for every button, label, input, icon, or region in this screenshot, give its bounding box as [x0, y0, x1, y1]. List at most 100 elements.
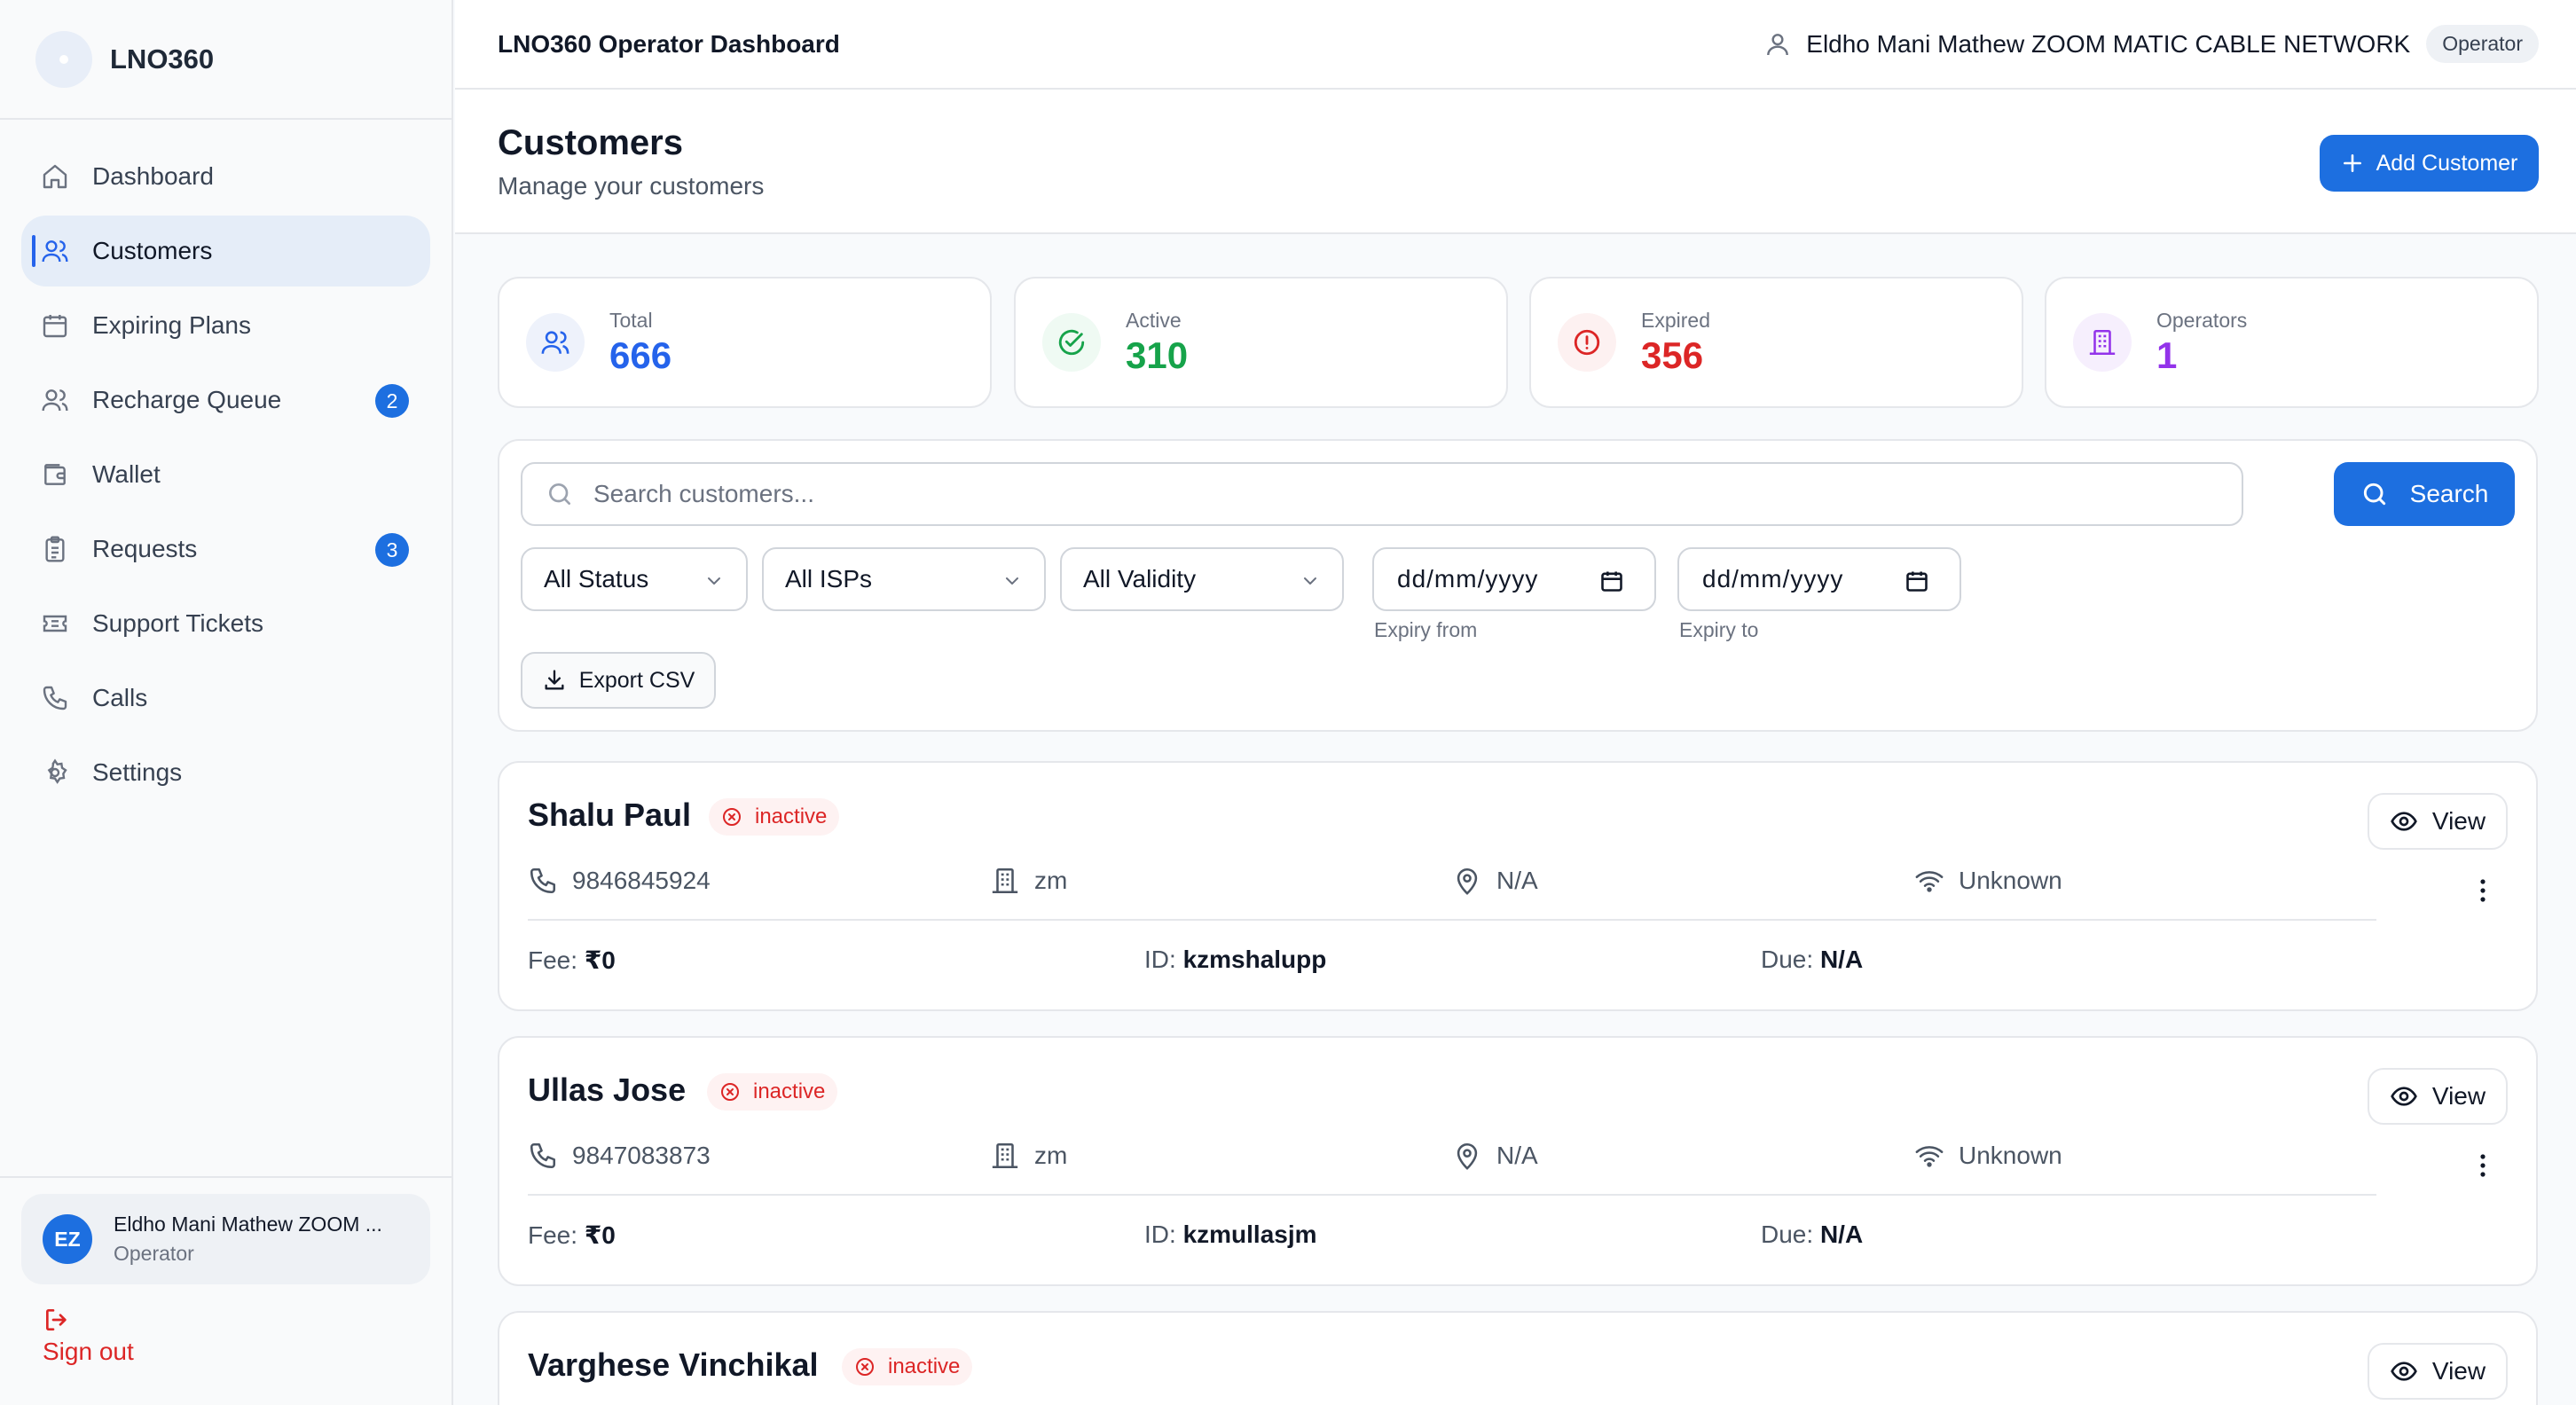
stat-text: Operators 1: [2156, 309, 2247, 377]
calendar-icon[interactable]: [1599, 569, 1624, 593]
export-csv-button[interactable]: Export CSV: [521, 652, 716, 709]
user-role: Operator: [114, 1242, 194, 1265]
sidebar-item-recharge-queue[interactable]: Recharge Queue 2: [21, 365, 430, 436]
stat-text: Expired 356: [1641, 309, 1710, 377]
users-icon: [541, 331, 569, 354]
sidebar-item-calls[interactable]: Calls: [21, 663, 430, 734]
brand-logo: [35, 30, 92, 88]
stat-icon-bg: [1042, 313, 1101, 372]
stat-label: Active: [1126, 308, 1182, 332]
stat-card-operators: Operators 1: [2045, 277, 2539, 408]
customer-name: Varghese Vinchikal: [528, 1346, 819, 1383]
sidebar-item-label: Dashboard: [92, 162, 214, 190]
topbar-user-area: Eldho Mani Mathew ZOOM MATIC CABLE NETWO…: [1763, 25, 2539, 63]
fee-label: Fee:: [528, 1221, 578, 1249]
more-vertical-icon[interactable]: [2479, 876, 2486, 905]
topbar-user-name: Eldho Mani Mathew ZOOM MATIC CABLE NETWO…: [1806, 29, 2411, 58]
user-card[interactable]: EZ Eldho Mani Mathew ZOOM ... Operator: [21, 1194, 430, 1284]
customer-card[interactable]: Ullas Jose inactive View 9847083873 zm N…: [498, 1036, 2538, 1286]
status-select[interactable]: All Status: [521, 547, 748, 611]
fee-label: Fee:: [528, 946, 578, 974]
chevron-down-icon: [1006, 577, 1018, 585]
expiry-from-input[interactable]: dd/mm/yyyy: [1372, 547, 1656, 611]
customer-card[interactable]: Varghese Vinchikal inactive View: [498, 1311, 2538, 1405]
sidebar-item-expiring-plans[interactable]: Expiring Plans: [21, 290, 430, 361]
fee-value: ₹0: [584, 946, 616, 974]
stat-label: Total: [609, 308, 653, 332]
calendar-icon: [43, 315, 67, 338]
status-badge: inactive: [709, 798, 840, 836]
view-button[interactable]: View: [2368, 1068, 2508, 1125]
due-label: Due:: [1761, 1221, 1814, 1248]
download-icon: [545, 670, 564, 690]
id-label: ID:: [1144, 946, 1176, 973]
due-info: Due: N/A: [1761, 1221, 1863, 1249]
page-header: Customers Manage your customers Add Cust…: [455, 90, 2576, 234]
due-value: N/A: [1819, 946, 1864, 973]
eye-icon: [2391, 1362, 2417, 1381]
sidebar-item-requests[interactable]: Requests 3: [21, 514, 430, 585]
location-info: N/A: [1452, 866, 1538, 896]
customer-id: kzmullasjm: [1182, 1221, 1317, 1248]
user-name: Eldho Mani Mathew ZOOM ...: [114, 1213, 382, 1236]
alert-circle-icon: [1574, 329, 1600, 356]
isp-select[interactable]: All ISPs: [762, 547, 1046, 611]
more-vertical-icon[interactable]: [2479, 1151, 2486, 1180]
stat-value: 1: [2156, 334, 2178, 376]
sidebar-item-label: Requests: [92, 535, 198, 562]
role-badge: Operator: [2426, 25, 2539, 63]
page-subtitle: Manage your customers: [498, 172, 765, 200]
brand[interactable]: LNO360: [0, 0, 452, 120]
sidebar-item-settings[interactable]: Settings: [21, 737, 430, 808]
sidebar-item-wallet[interactable]: Wallet: [21, 439, 430, 510]
stat-icon-bg: [1558, 313, 1616, 372]
sidebar-item-dashboard[interactable]: Dashboard: [21, 141, 430, 212]
status-label: inactive: [753, 1079, 826, 1103]
count-badge: 3: [375, 533, 409, 567]
x-circle-icon: [723, 808, 741, 826]
sidebar-item-label: Settings: [92, 758, 183, 786]
users-icon: [42, 240, 68, 263]
customer-name: Shalu Paul: [528, 797, 692, 833]
x-circle-icon: [856, 1358, 874, 1376]
app-title: LNO360 Operator Dashboard: [498, 29, 840, 58]
map-pin-icon: [1457, 1142, 1478, 1170]
expiry-to-input[interactable]: dd/mm/yyyy: [1677, 547, 1961, 611]
sidebar-item-customers[interactable]: Customers: [21, 216, 430, 286]
add-customer-button[interactable]: Add Customer: [2320, 135, 2539, 192]
sidebar: LNO360 Dashboard Customers Expiring Plan…: [0, 0, 453, 1405]
status-label: inactive: [888, 1354, 961, 1378]
sidebar-item-label: Support Tickets: [92, 609, 263, 637]
search-input[interactable]: [593, 480, 2101, 508]
customer-name: Ullas Jose: [528, 1071, 687, 1108]
due-value: N/A: [1819, 1221, 1864, 1248]
view-button[interactable]: View: [2368, 793, 2508, 850]
stat-card-active: Active 310: [1014, 277, 1508, 408]
due-info: Due: N/A: [1761, 946, 1863, 974]
sign-out-button[interactable]: Sign out: [21, 1306, 430, 1366]
status-label: inactive: [755, 805, 828, 828]
id-label: ID:: [1144, 1221, 1176, 1248]
status-badge: inactive: [842, 1348, 973, 1385]
export-csv-label: Export CSV: [578, 667, 695, 693]
chevron-down-icon: [708, 577, 720, 585]
search-button[interactable]: Search: [2334, 462, 2515, 526]
stat-value: 666: [609, 334, 672, 376]
view-label: View: [2431, 1357, 2486, 1385]
phone-icon: [530, 1142, 556, 1169]
customer-card[interactable]: Shalu Paul inactive View 9846845924 zm N…: [498, 761, 2538, 1011]
stat-value: 310: [1126, 334, 1189, 376]
search-icon: [2363, 483, 2385, 506]
fee-value: ₹0: [584, 1221, 616, 1249]
calendar-icon[interactable]: [1905, 569, 1929, 593]
sidebar-item-support-tickets[interactable]: Support Tickets: [21, 588, 430, 659]
location-value: N/A: [1496, 867, 1538, 894]
search-field[interactable]: [521, 462, 2243, 526]
id-info: ID: kzmullasjm: [1144, 1221, 1317, 1249]
building-icon: [992, 1142, 1018, 1169]
status-select-value: All Status: [544, 565, 649, 593]
logout-icon: [46, 1309, 67, 1330]
view-button[interactable]: View: [2368, 1343, 2508, 1400]
validity-select-value: All Validity: [1083, 565, 1197, 593]
validity-select[interactable]: All Validity: [1060, 547, 1344, 611]
